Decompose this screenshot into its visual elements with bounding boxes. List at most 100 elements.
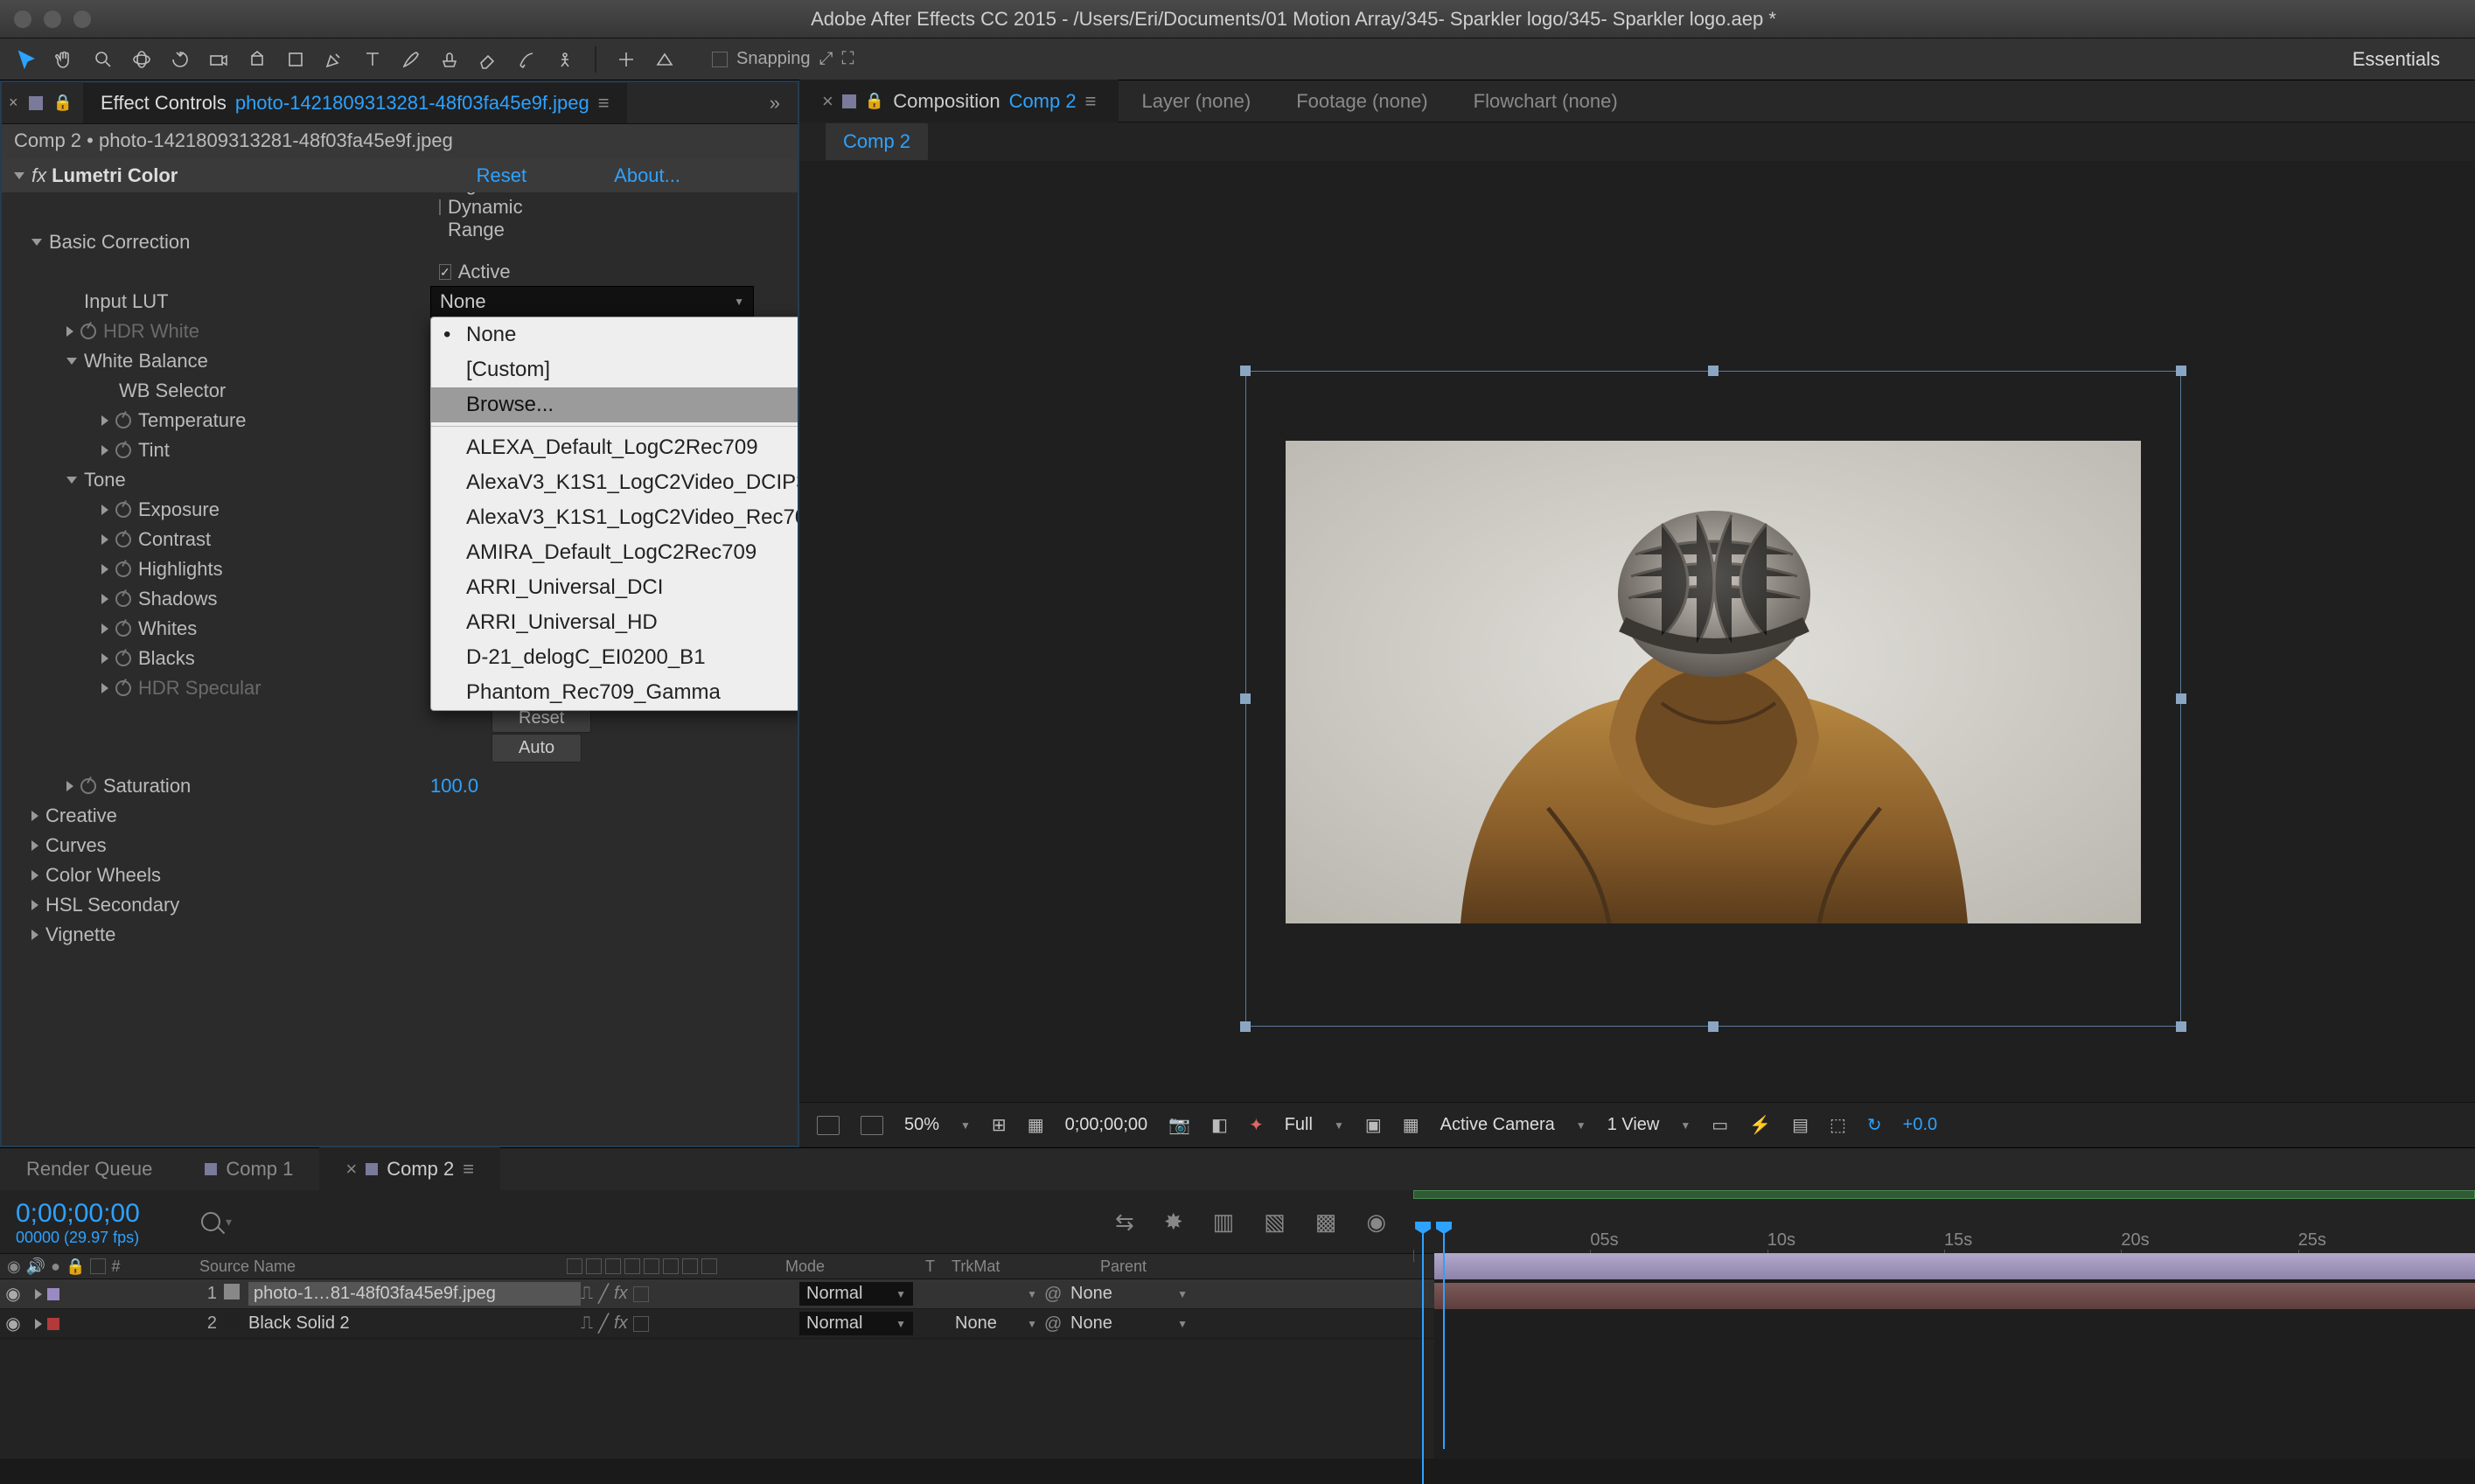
tone-label[interactable]: Tone <box>84 469 126 491</box>
stopwatch-icon[interactable] <box>115 651 131 666</box>
lut-option[interactable]: Phantom_Rec709_Gamma <box>431 675 798 710</box>
lut-option-custom[interactable]: [Custom] <box>431 352 798 387</box>
twirl-icon[interactable] <box>31 840 38 851</box>
stopwatch-icon[interactable] <box>115 442 131 458</box>
transparency-grid-icon[interactable]: ▦ <box>1403 1114 1419 1136</box>
search-icon[interactable] <box>201 1212 220 1231</box>
comp1-tab[interactable]: Comp 1 <box>178 1147 319 1191</box>
layer-tab[interactable]: Layer (none) <box>1119 80 1273 123</box>
saturation-value[interactable]: 100.0 <box>430 775 478 798</box>
brush-tool-icon[interactable] <box>394 42 429 77</box>
text-tool-icon[interactable] <box>355 42 390 77</box>
twirl-icon[interactable] <box>66 781 73 791</box>
footage-tab[interactable]: Footage (none) <box>1273 80 1450 123</box>
lut-option[interactable]: ARRI_Universal_DCI <box>431 570 798 605</box>
shy-icon[interactable]: ⎍ <box>581 1313 593 1334</box>
layer-row[interactable]: ◉ 1 photo-1…81-48f03fa45e9f.jpeg ⎍╱fx No… <box>0 1279 1434 1309</box>
composition-viewer[interactable] <box>799 161 2475 1102</box>
reset-exposure-icon[interactable]: ↻ <box>1867 1114 1882 1136</box>
resolution-value[interactable]: Full <box>1285 1115 1313 1135</box>
graph-editor-icon[interactable]: ▩ <box>1315 1209 1337 1236</box>
section-wheels[interactable]: Color Wheels <box>45 864 161 887</box>
lock-col-icon[interactable]: 🔒 <box>66 1258 85 1276</box>
resize-handle[interactable] <box>1240 1021 1251 1032</box>
tab-menu-icon[interactable]: ≡ <box>1085 90 1097 113</box>
twirl-icon[interactable] <box>101 624 108 634</box>
fx-icon[interactable]: fx <box>614 1284 628 1304</box>
flowchart-tab[interactable]: Flowchart (none) <box>1451 80 1641 123</box>
tab-menu-icon[interactable]: ≡ <box>463 1158 474 1181</box>
tab-close-icon[interactable]: × <box>822 90 833 113</box>
active-checkbox[interactable]: ✓ <box>439 264 451 280</box>
resize-handle[interactable] <box>1708 366 1719 376</box>
stopwatch-icon[interactable] <box>115 502 131 518</box>
show-snapshot-icon[interactable]: ◧ <box>1211 1114 1228 1136</box>
twirl-icon[interactable] <box>35 1319 42 1329</box>
twirl-icon[interactable] <box>31 239 42 246</box>
input-lut-menu[interactable]: None [Custom] Browse... ALEXA_Default_Lo… <box>430 317 798 711</box>
parent-col[interactable]: Parent <box>1093 1258 1268 1276</box>
zoom-tool-icon[interactable] <box>86 42 121 77</box>
resize-handle[interactable] <box>2176 1021 2186 1032</box>
lut-option[interactable]: ALEXA_Default_LogC2Rec709 <box>431 430 798 465</box>
comp2-tab[interactable]: ×Comp 2≡ <box>319 1147 500 1191</box>
source-name-col[interactable]: Source Name <box>192 1258 560 1276</box>
lut-option[interactable]: AlexaV3_K1S1_LogC2Video_Rec709_EE <box>431 500 798 535</box>
label-col-icon[interactable] <box>90 1258 106 1274</box>
minimize-window-icon[interactable] <box>44 10 61 28</box>
selection-tool-icon[interactable] <box>9 42 44 77</box>
quality-col-icon[interactable] <box>605 1258 621 1274</box>
stopwatch-icon[interactable] <box>115 532 131 547</box>
composition-tab[interactable]: × 🔒 Composition Comp 2 ≡ <box>799 80 1119 123</box>
orbit-tool-icon[interactable] <box>124 42 159 77</box>
layer-color-icon[interactable] <box>47 1318 59 1330</box>
parent-dropdown[interactable]: None▼ <box>1063 1312 1195 1335</box>
window-controls[interactable] <box>14 10 91 28</box>
chevron-down-icon[interactable]: ▼ <box>1576 1119 1586 1132</box>
close-window-icon[interactable] <box>14 10 31 28</box>
twirl-icon[interactable] <box>101 534 108 545</box>
effect-header[interactable]: fx Lumetri Color Reset About... <box>2 159 798 192</box>
twirl-icon[interactable] <box>101 683 108 693</box>
timeline-bars[interactable] <box>1434 1253 2475 1459</box>
moblur-col-icon[interactable] <box>663 1258 679 1274</box>
chevron-down-icon[interactable]: ▼ <box>1680 1119 1691 1132</box>
layer-name[interactable]: photo-1…81-48f03fa45e9f.jpeg <box>248 1282 581 1306</box>
render-queue-tab[interactable]: Render Queue <box>0 1147 178 1191</box>
snapping-bounds-icon[interactable]: ⛶ <box>842 49 854 69</box>
snapping-options-icon[interactable]: ⤢ <box>819 49 833 69</box>
white-balance-label[interactable]: White Balance <box>84 350 208 373</box>
twirl-icon[interactable] <box>66 477 77 484</box>
twirl-icon[interactable] <box>101 564 108 575</box>
stopwatch-icon[interactable] <box>115 591 131 607</box>
frameblend-col-icon[interactable] <box>644 1258 659 1274</box>
twirl-icon[interactable] <box>66 326 73 337</box>
stopwatch-icon[interactable] <box>115 680 131 696</box>
twirl-icon[interactable] <box>31 811 38 821</box>
lut-option[interactable]: D-21_delogC_EI0200_B1 <box>431 640 798 675</box>
panel-lock-icon[interactable]: 🔒 <box>53 94 73 112</box>
eraser-tool-icon[interactable] <box>471 42 505 77</box>
stopwatch-icon[interactable] <box>115 621 131 637</box>
roto-brush-tool-icon[interactable] <box>509 42 544 77</box>
camera-value[interactable]: Active Camera <box>1440 1115 1555 1135</box>
zoom-value[interactable]: 50% <box>904 1115 939 1135</box>
layer-bar[interactable] <box>1434 1283 2475 1309</box>
section-creative[interactable]: Creative <box>45 805 117 827</box>
3d-col-icon[interactable] <box>701 1258 717 1274</box>
resize-handle[interactable] <box>1240 693 1251 704</box>
quality-icon[interactable]: ╱ <box>598 1313 609 1334</box>
draft-3d-icon[interactable]: ✸ <box>1164 1209 1183 1236</box>
layer-row[interactable]: ◉ 2 Black Solid 2 ⎍╱fx Normal▼ None▼ @ N… <box>0 1309 1434 1339</box>
lut-option-none[interactable]: None <box>431 317 798 352</box>
work-area-bar[interactable] <box>1413 1190 2475 1199</box>
lut-option[interactable]: AlexaV3_K1S1_LogC2Video_DCIP3_EE <box>431 465 798 500</box>
trkmat-dropdown[interactable]: ▼ <box>948 1286 1044 1302</box>
current-time-indicator[interactable] <box>1443 1222 1445 1449</box>
tab-close-icon[interactable]: × <box>345 1158 357 1181</box>
shape-tool-icon[interactable] <box>278 42 313 77</box>
resize-handle[interactable] <box>2176 693 2186 704</box>
adjust-col-icon[interactable] <box>682 1258 698 1274</box>
chevron-down-icon[interactable]: ▼ <box>960 1119 971 1132</box>
layer-name[interactable]: Black Solid 2 <box>248 1313 581 1334</box>
